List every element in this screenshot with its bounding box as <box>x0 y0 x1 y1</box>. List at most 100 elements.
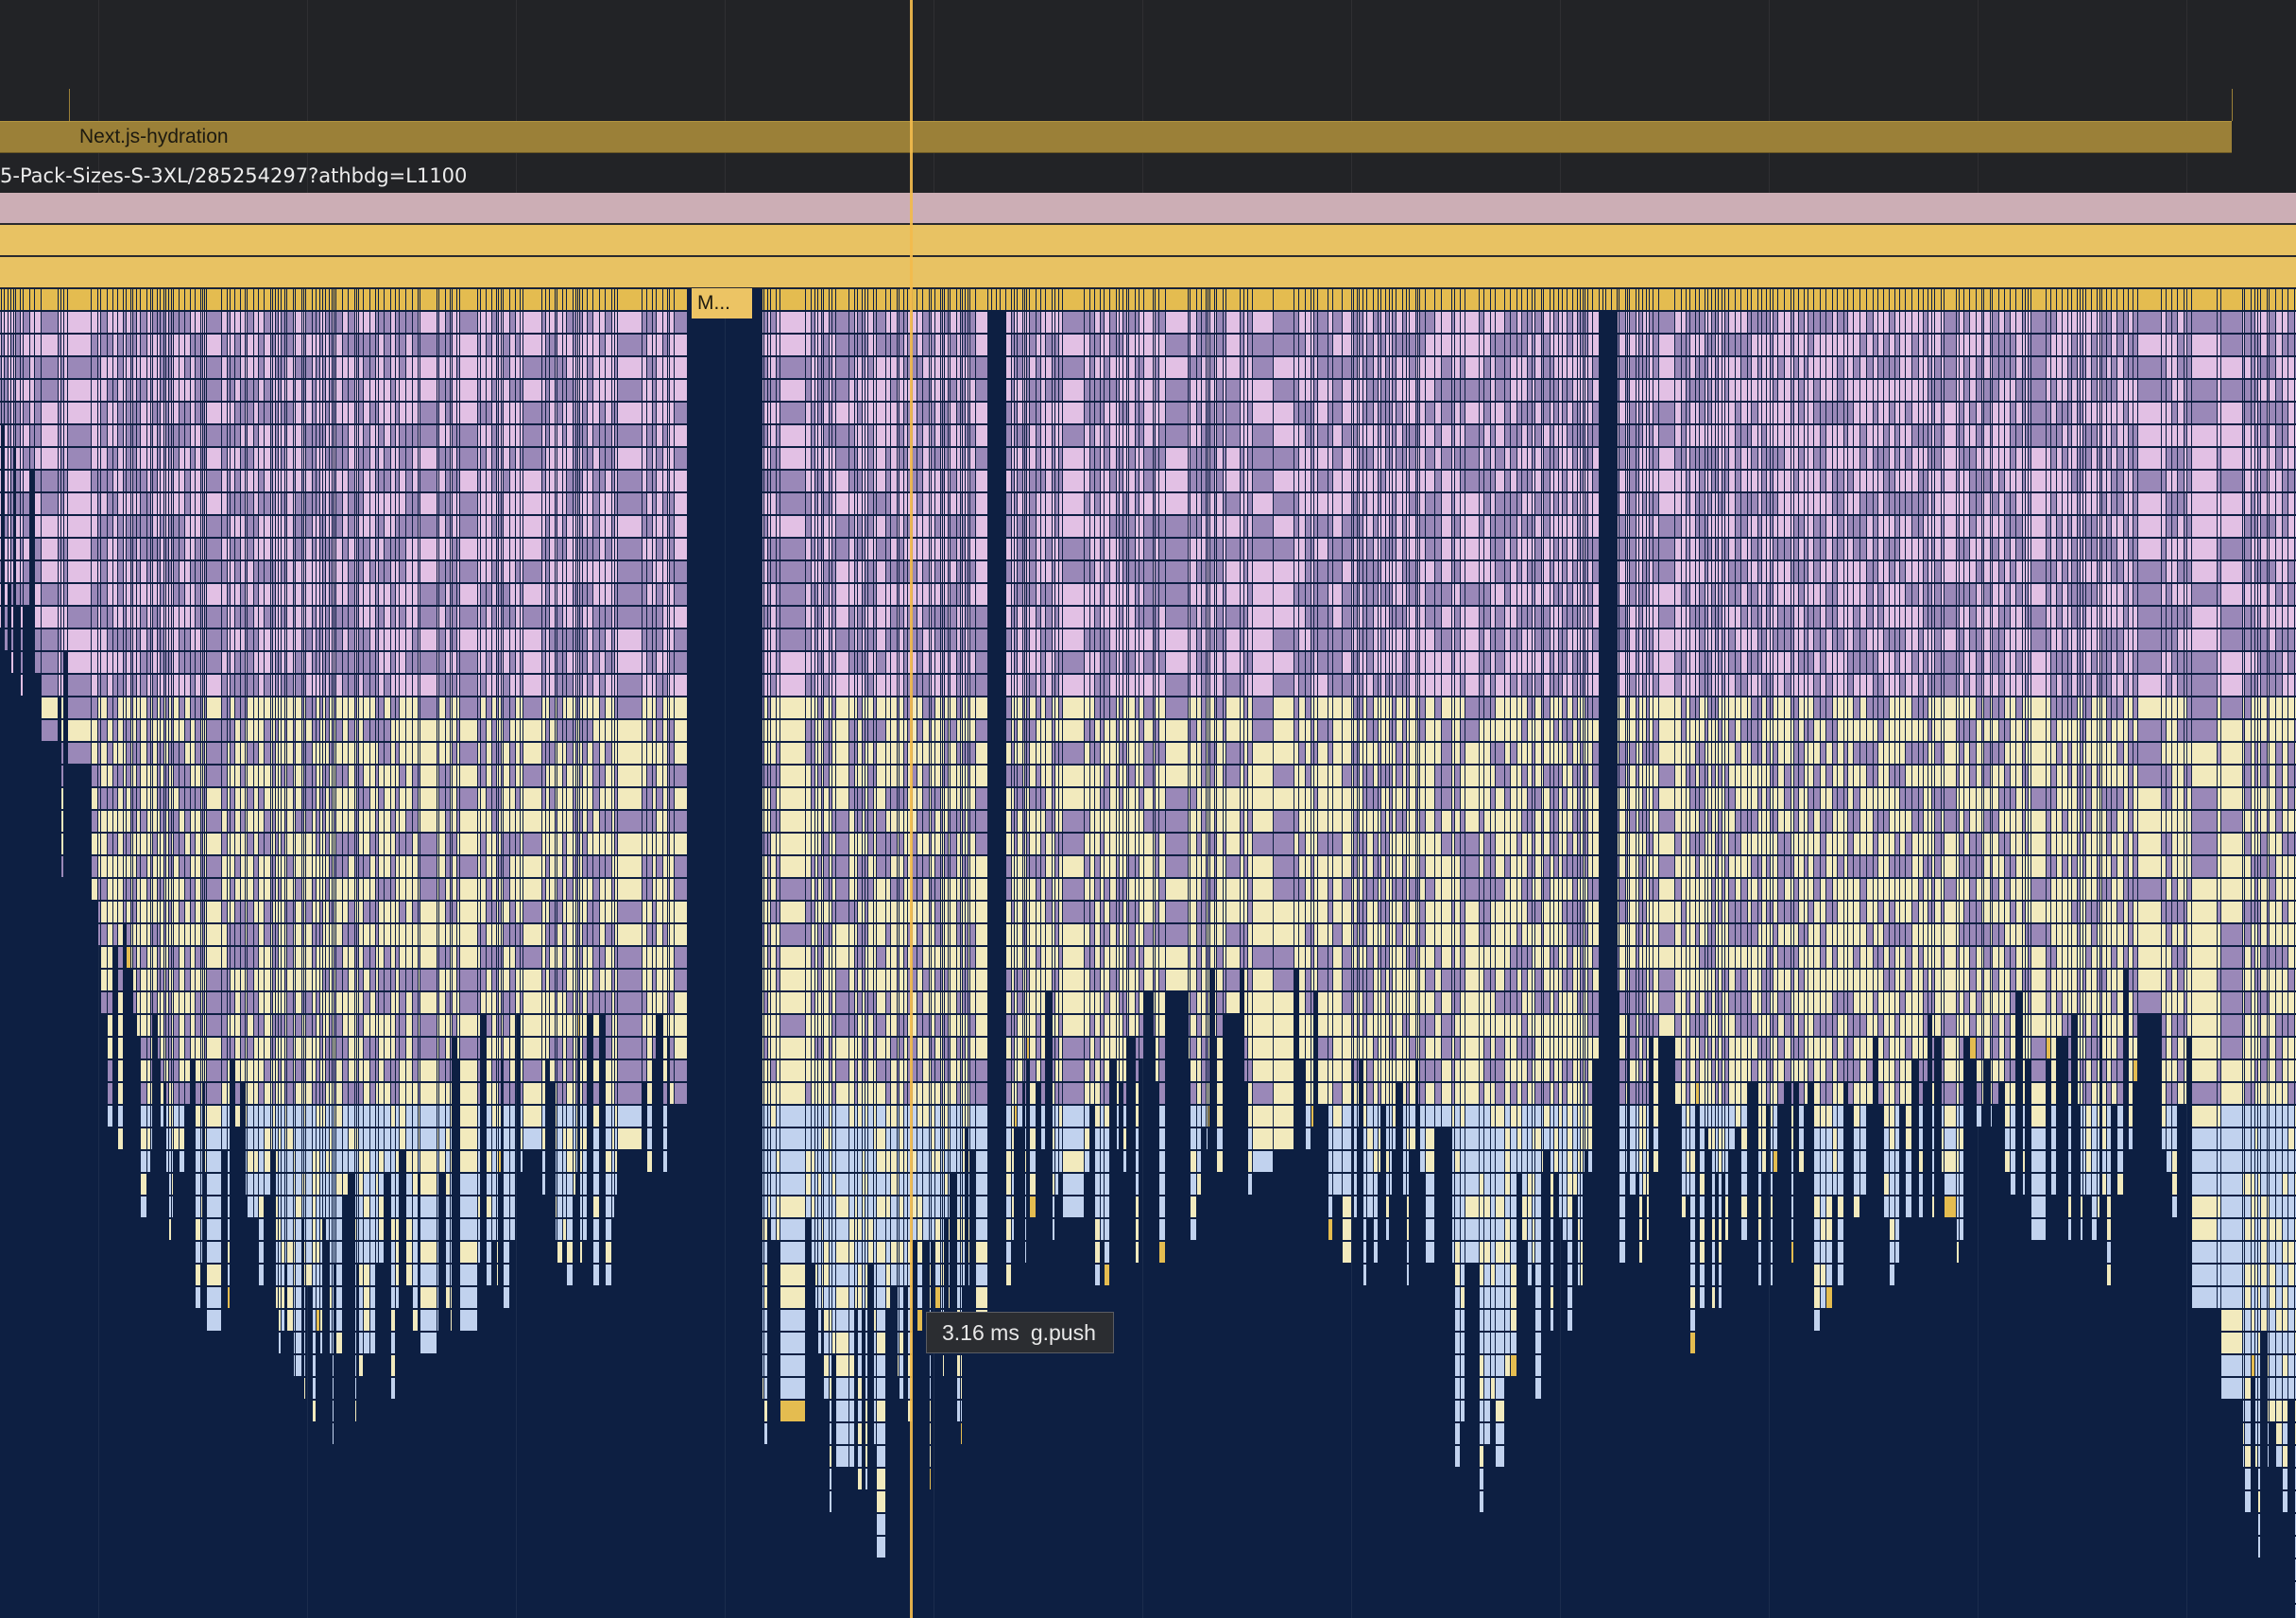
call-frame[interactable] <box>64 380 67 401</box>
call-frame[interactable] <box>379 584 384 605</box>
call-frame[interactable] <box>370 879 375 900</box>
call-frame[interactable] <box>196 1265 200 1285</box>
call-frame[interactable] <box>576 493 577 514</box>
call-frame[interactable] <box>228 1287 230 1308</box>
call-frame[interactable] <box>612 834 614 854</box>
call-frame[interactable] <box>612 675 614 696</box>
call-frame[interactable] <box>133 539 136 559</box>
call-frame[interactable] <box>510 1060 515 1081</box>
call-frame[interactable] <box>478 516 480 537</box>
call-frame[interactable] <box>254 1060 258 1081</box>
call-frame[interactable] <box>499 766 501 786</box>
call-frame[interactable] <box>127 561 130 582</box>
call-frame[interactable] <box>235 335 240 355</box>
call-frame[interactable] <box>521 380 523 401</box>
call-frame[interactable] <box>161 970 163 990</box>
call-frame[interactable] <box>306 834 312 854</box>
call-frame[interactable] <box>9 312 10 333</box>
call-frame[interactable] <box>510 924 515 945</box>
call-frame[interactable] <box>643 539 646 559</box>
call-frame[interactable] <box>317 1174 319 1195</box>
call-frame[interactable] <box>578 629 579 650</box>
call-frame[interactable] <box>127 879 130 900</box>
call-frame[interactable] <box>439 1038 445 1059</box>
call-frame[interactable] <box>357 1219 358 1240</box>
call-frame[interactable] <box>141 766 146 786</box>
call-frame[interactable] <box>317 1287 319 1308</box>
call-frame[interactable] <box>364 1196 369 1217</box>
call-frame[interactable] <box>420 312 437 333</box>
call-frame[interactable] <box>334 289 335 310</box>
call-frame[interactable] <box>265 629 270 650</box>
call-frame[interactable] <box>313 471 316 491</box>
call-frame[interactable] <box>333 675 334 696</box>
call-frame[interactable] <box>118 425 123 446</box>
call-frame[interactable] <box>196 1083 200 1104</box>
call-frame[interactable] <box>364 1106 369 1127</box>
call-frame[interactable] <box>606 584 611 605</box>
call-frame[interactable] <box>336 743 342 764</box>
call-frame[interactable] <box>497 425 498 446</box>
call-frame[interactable] <box>419 1151 420 1172</box>
call-frame[interactable] <box>133 720 136 741</box>
call-frame[interactable] <box>161 471 163 491</box>
call-frame[interactable] <box>153 788 157 809</box>
call-frame[interactable] <box>336 357 342 378</box>
call-frame[interactable] <box>615 1128 617 1149</box>
call-frame[interactable] <box>376 743 378 764</box>
call-frame[interactable] <box>164 970 165 990</box>
call-frame[interactable] <box>460 357 477 378</box>
call-frame[interactable] <box>400 856 405 877</box>
call-frame[interactable] <box>30 335 34 355</box>
call-frame[interactable] <box>643 493 646 514</box>
call-frame[interactable] <box>265 697 270 718</box>
call-frame[interactable] <box>359 1038 363 1059</box>
call-frame[interactable] <box>158 607 160 628</box>
call-frame[interactable] <box>166 425 168 446</box>
call-frame[interactable] <box>355 289 356 310</box>
call-frame[interactable] <box>285 970 286 990</box>
call-frame[interactable] <box>287 584 293 605</box>
call-frame[interactable] <box>574 1083 575 1104</box>
call-frame[interactable] <box>21 629 23 650</box>
call-frame[interactable] <box>35 539 41 559</box>
call-frame[interactable] <box>279 357 281 378</box>
call-frame[interactable] <box>101 675 107 696</box>
call-frame[interactable] <box>391 1310 395 1331</box>
call-frame[interactable] <box>151 1083 152 1104</box>
call-frame[interactable] <box>583 471 587 491</box>
call-frame[interactable] <box>92 584 97 605</box>
call-frame[interactable] <box>235 403 240 423</box>
call-frame[interactable] <box>207 471 221 491</box>
call-frame[interactable] <box>615 1038 617 1059</box>
call-frame[interactable] <box>203 924 204 945</box>
call-frame[interactable] <box>98 788 100 809</box>
call-frame[interactable] <box>334 720 335 741</box>
call-frame[interactable] <box>487 1242 491 1263</box>
call-frame[interactable] <box>98 380 100 401</box>
call-frame[interactable] <box>207 493 221 514</box>
call-frame[interactable] <box>282 335 284 355</box>
call-frame[interactable] <box>185 697 190 718</box>
call-frame[interactable] <box>557 1174 562 1195</box>
call-frame[interactable] <box>364 289 369 310</box>
call-frame[interactable] <box>510 380 515 401</box>
call-frame[interactable] <box>141 720 146 741</box>
call-frame[interactable] <box>185 471 190 491</box>
call-frame[interactable] <box>294 539 295 559</box>
call-frame[interactable] <box>306 335 312 355</box>
call-frame[interactable] <box>296 1174 301 1195</box>
call-frame[interactable] <box>502 856 503 877</box>
call-frame[interactable] <box>166 1038 168 1059</box>
call-frame[interactable] <box>196 607 200 628</box>
call-frame[interactable] <box>446 652 450 673</box>
call-frame[interactable] <box>504 471 509 491</box>
call-frame[interactable] <box>287 834 293 854</box>
call-frame[interactable] <box>406 947 412 968</box>
call-frame[interactable] <box>161 1060 163 1081</box>
call-frame[interactable] <box>68 448 91 469</box>
call-frame[interactable] <box>151 811 152 832</box>
call-frame[interactable] <box>124 539 126 559</box>
call-frame[interactable] <box>446 834 450 854</box>
call-frame[interactable] <box>16 312 20 333</box>
